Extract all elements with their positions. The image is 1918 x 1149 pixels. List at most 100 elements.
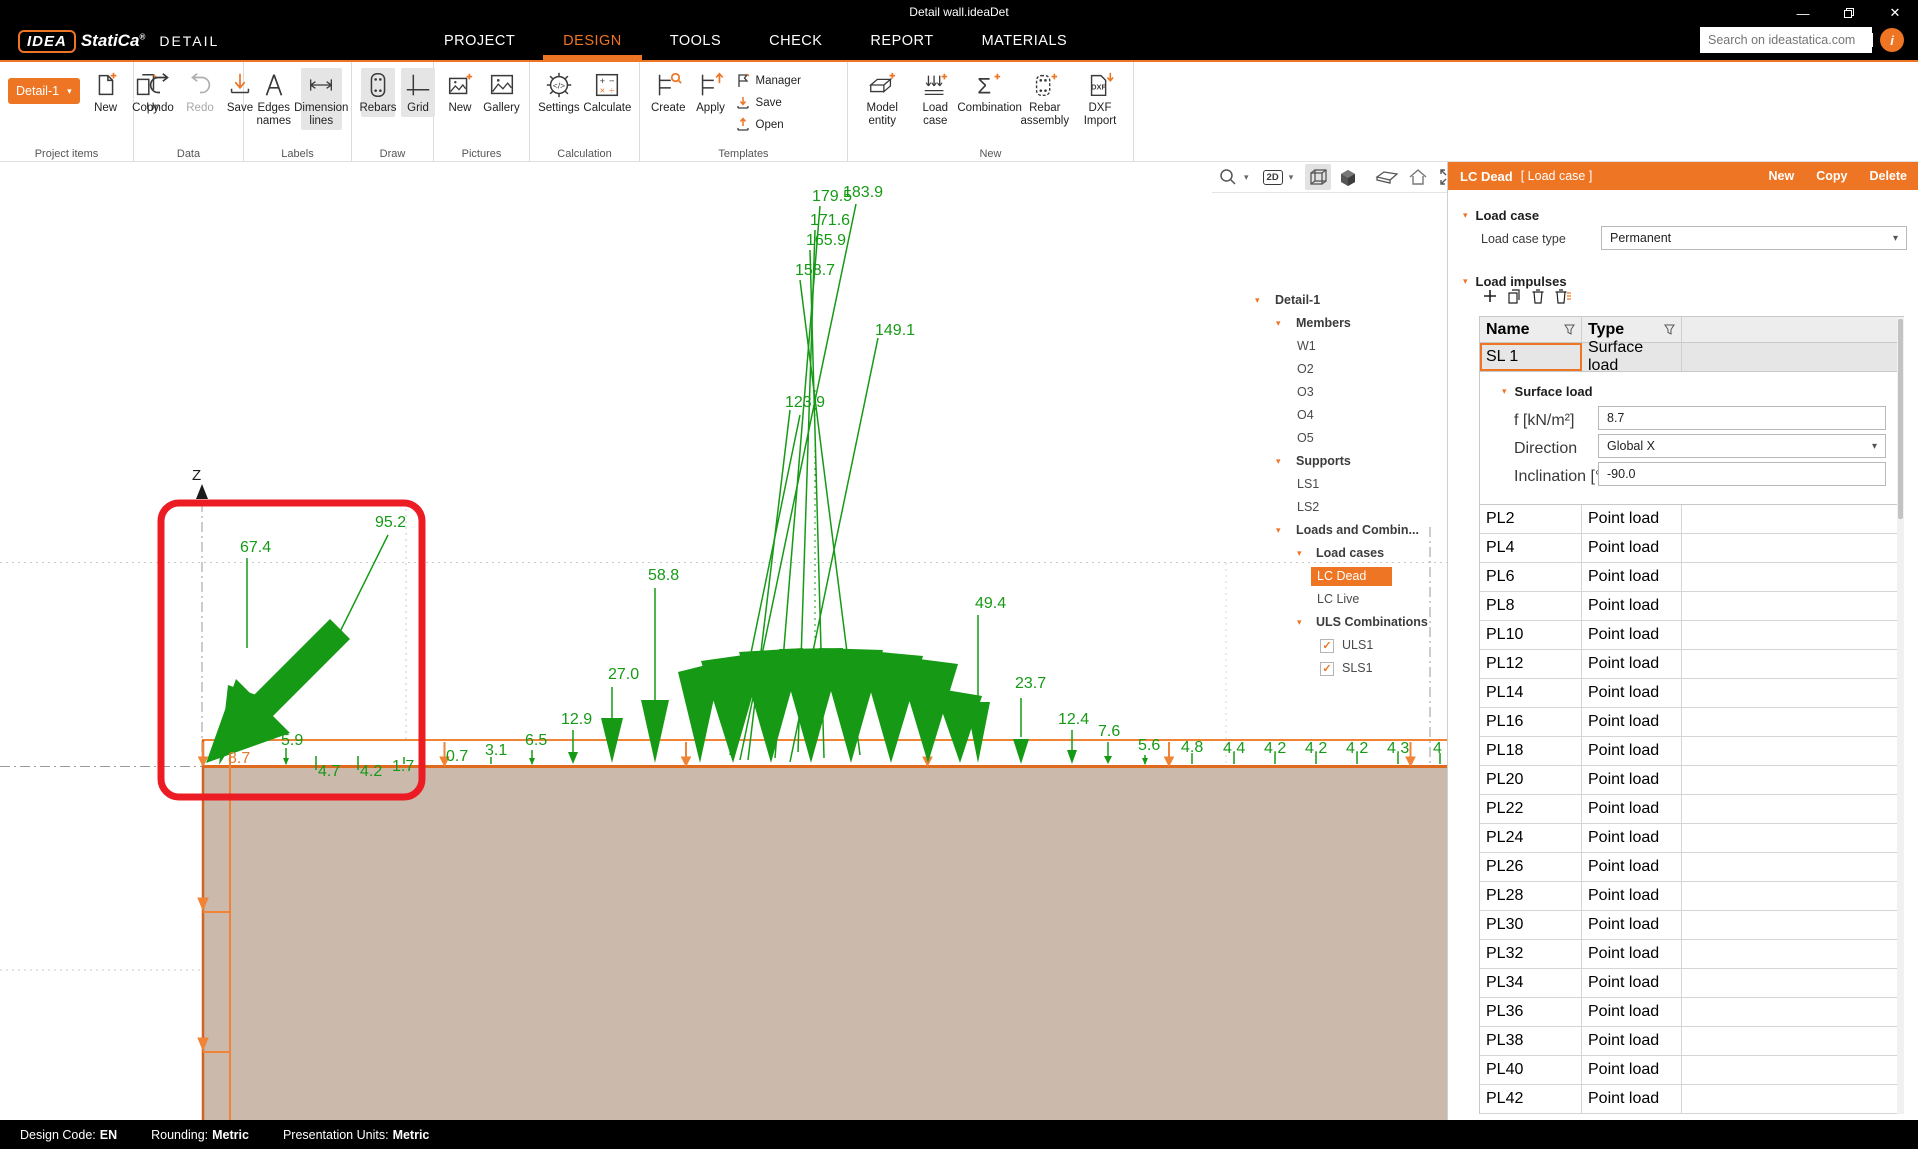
row-name-cell[interactable]: PL14 [1480, 679, 1582, 707]
info-button[interactable]: i [1880, 28, 1904, 52]
tree-item-sls1[interactable]: ✓SLS1 [1250, 658, 1446, 681]
row-type-cell[interactable]: Point load [1582, 1027, 1682, 1055]
table-row[interactable]: PL36Point load [1480, 998, 1897, 1027]
table-row[interactable]: PL4Point load [1480, 534, 1897, 563]
tree-item-w1[interactable]: W1 [1250, 336, 1446, 359]
add-impulse-icon[interactable] [1482, 288, 1498, 304]
row-name-cell[interactable]: PL26 [1480, 853, 1582, 881]
gallery-button[interactable]: Gallery [483, 68, 520, 117]
chevron-down-icon[interactable]: ▾ [1289, 173, 1294, 182]
solid-view-button[interactable] [1335, 164, 1361, 190]
view-2d-button[interactable]: 2D [1261, 168, 1285, 187]
filter-icon[interactable] [1664, 324, 1675, 335]
chevron-down-icon[interactable]: ▾ [1276, 456, 1281, 467]
row-type-cell[interactable]: Point load [1582, 853, 1682, 881]
tree-item-loads-and-combin-[interactable]: ▾Loads and Combin... [1250, 520, 1446, 543]
chevron-down-icon[interactable]: ▾ [1297, 548, 1302, 559]
table-row[interactable]: PL40Point load [1480, 1056, 1897, 1085]
table-scrollbar-thumb[interactable] [1898, 319, 1903, 519]
row-name-cell[interactable]: PL8 [1480, 592, 1582, 620]
row-type-cell[interactable]: Point load [1582, 795, 1682, 823]
row-name-cell[interactable]: PL24 [1480, 824, 1582, 852]
row-type-cell[interactable]: Point load [1582, 737, 1682, 765]
row-name-cell[interactable]: PL18 [1480, 737, 1582, 765]
inclination-input[interactable] [1598, 462, 1886, 486]
tree-item-members[interactable]: ▾Members [1250, 313, 1446, 336]
row-type-cell[interactable]: Point load [1582, 534, 1682, 562]
row-type-cell[interactable]: Point load [1582, 1056, 1682, 1084]
row-name-cell[interactable]: PL42 [1480, 1085, 1582, 1113]
row-name-cell[interactable]: PL6 [1480, 563, 1582, 591]
checkbox[interactable]: ✓ [1320, 662, 1334, 676]
tree-item-uls-combinations[interactable]: ▾ULS Combinations [1250, 612, 1446, 635]
delete-load-button[interactable]: Delete [1869, 169, 1907, 183]
row-name-cell[interactable]: PL30 [1480, 911, 1582, 939]
tree-item-o2[interactable]: O2 [1250, 359, 1446, 382]
copy-impulse-icon[interactable] [1506, 288, 1522, 304]
minimize-button[interactable]: — [1780, 0, 1826, 26]
row-type-cell[interactable]: Point load [1582, 1085, 1682, 1113]
dimension-lines-toggle[interactable]: Dimension lines [301, 68, 343, 130]
tree-item-o4[interactable]: O4 [1250, 405, 1446, 428]
tree-item-lc-dead[interactable]: LC Dead [1250, 566, 1446, 589]
table-row[interactable]: PL20Point load [1480, 766, 1897, 795]
template-manager-button[interactable]: Manager [735, 70, 801, 92]
filter-icon[interactable] [1564, 324, 1575, 335]
row-type-cell[interactable]: Point load [1582, 940, 1682, 968]
chevron-down-icon[interactable]: ▾ [1255, 295, 1260, 306]
table-row[interactable]: PL22Point load [1480, 795, 1897, 824]
row-name-cell[interactable]: PL16 [1480, 708, 1582, 736]
load-impulses-section-header[interactable]: ▾ Load impulses [1463, 274, 1567, 289]
new-project-item-button[interactable]: New [89, 68, 123, 117]
table-row[interactable]: PL26Point load [1480, 853, 1897, 882]
row-name-cell[interactable]: PL10 [1480, 621, 1582, 649]
tree-item-o5[interactable]: O5 [1250, 428, 1446, 451]
row-name-cell[interactable]: PL22 [1480, 795, 1582, 823]
tree-item-load-cases[interactable]: ▾Load cases [1250, 543, 1446, 566]
settings-button[interactable]: </> Settings [539, 68, 579, 117]
row-type-cell[interactable]: Point load [1582, 592, 1682, 620]
undo-button[interactable]: Undo [143, 68, 177, 117]
surface-load-section-header[interactable]: ▾ Surface load [1502, 384, 1593, 399]
copy-load-button[interactable]: Copy [1816, 169, 1847, 183]
row-name-cell[interactable]: PL20 [1480, 766, 1582, 794]
load-case-section-header[interactable]: ▾ Load case [1463, 208, 1539, 223]
restore-button[interactable] [1826, 0, 1872, 26]
table-row[interactable]: PL34Point load [1480, 969, 1897, 998]
new-load-button[interactable]: New [1769, 169, 1795, 183]
column-header-name[interactable]: Name [1480, 317, 1582, 342]
row-name-cell[interactable]: PL38 [1480, 1027, 1582, 1055]
table-row[interactable]: PL42Point load [1480, 1085, 1897, 1114]
row-name-cell[interactable]: PL2 [1480, 505, 1582, 533]
search-input[interactable] [1700, 33, 1873, 47]
apply-template-button[interactable]: Apply [694, 68, 728, 117]
table-row[interactable]: PL24Point load [1480, 824, 1897, 853]
row-type-cell[interactable]: Point load [1582, 998, 1682, 1026]
row-type-cell[interactable]: Point load [1582, 563, 1682, 591]
table-row[interactable]: PL8Point load [1480, 592, 1897, 621]
tree-item-supports[interactable]: ▾Supports [1250, 451, 1446, 474]
row-name-cell[interactable]: PL34 [1480, 969, 1582, 997]
menu-report[interactable]: REPORT [846, 24, 957, 60]
table-row[interactable]: PL12Point load [1480, 650, 1897, 679]
row-name-cell[interactable]: PL4 [1480, 534, 1582, 562]
checkbox[interactable]: ✓ [1320, 639, 1334, 653]
f-input[interactable] [1598, 406, 1886, 430]
menu-check[interactable]: CHECK [745, 24, 846, 60]
row-type-cell[interactable]: Point load [1582, 505, 1682, 533]
wireframe-view-button[interactable] [1305, 164, 1331, 190]
grid-toggle[interactable]: Grid [401, 68, 435, 117]
f-value-field[interactable] [1607, 411, 1877, 425]
template-open-button[interactable]: Open [735, 114, 801, 136]
clip-view-button[interactable] [1373, 165, 1401, 189]
new-load-case-button[interactable]: Load case [913, 68, 957, 130]
point-load-arrows[interactable] [206, 619, 1148, 765]
table-row[interactable]: PL16Point load [1480, 708, 1897, 737]
sl1-name-cell[interactable]: SL 1 [1480, 343, 1582, 371]
inclination-value-field[interactable] [1607, 467, 1877, 481]
table-row[interactable]: PL38Point load [1480, 1027, 1897, 1056]
row-type-cell[interactable]: Point load [1582, 708, 1682, 736]
table-row[interactable]: PL30Point load [1480, 911, 1897, 940]
row-type-cell[interactable]: Point load [1582, 911, 1682, 939]
table-row[interactable]: PL28Point load [1480, 882, 1897, 911]
